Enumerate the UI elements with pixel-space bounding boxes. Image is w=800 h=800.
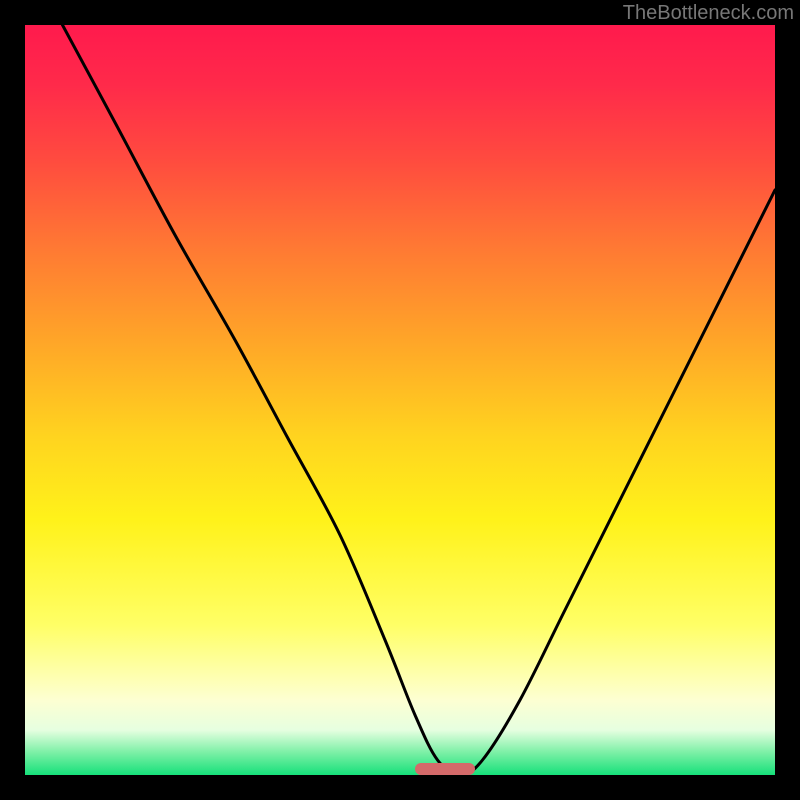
plot-area	[25, 25, 775, 775]
bottleneck-curve	[25, 25, 775, 775]
optimal-marker	[415, 763, 475, 775]
watermark-text: TheBottleneck.com	[623, 2, 794, 25]
chart-frame: TheBottleneck.com	[0, 0, 800, 800]
